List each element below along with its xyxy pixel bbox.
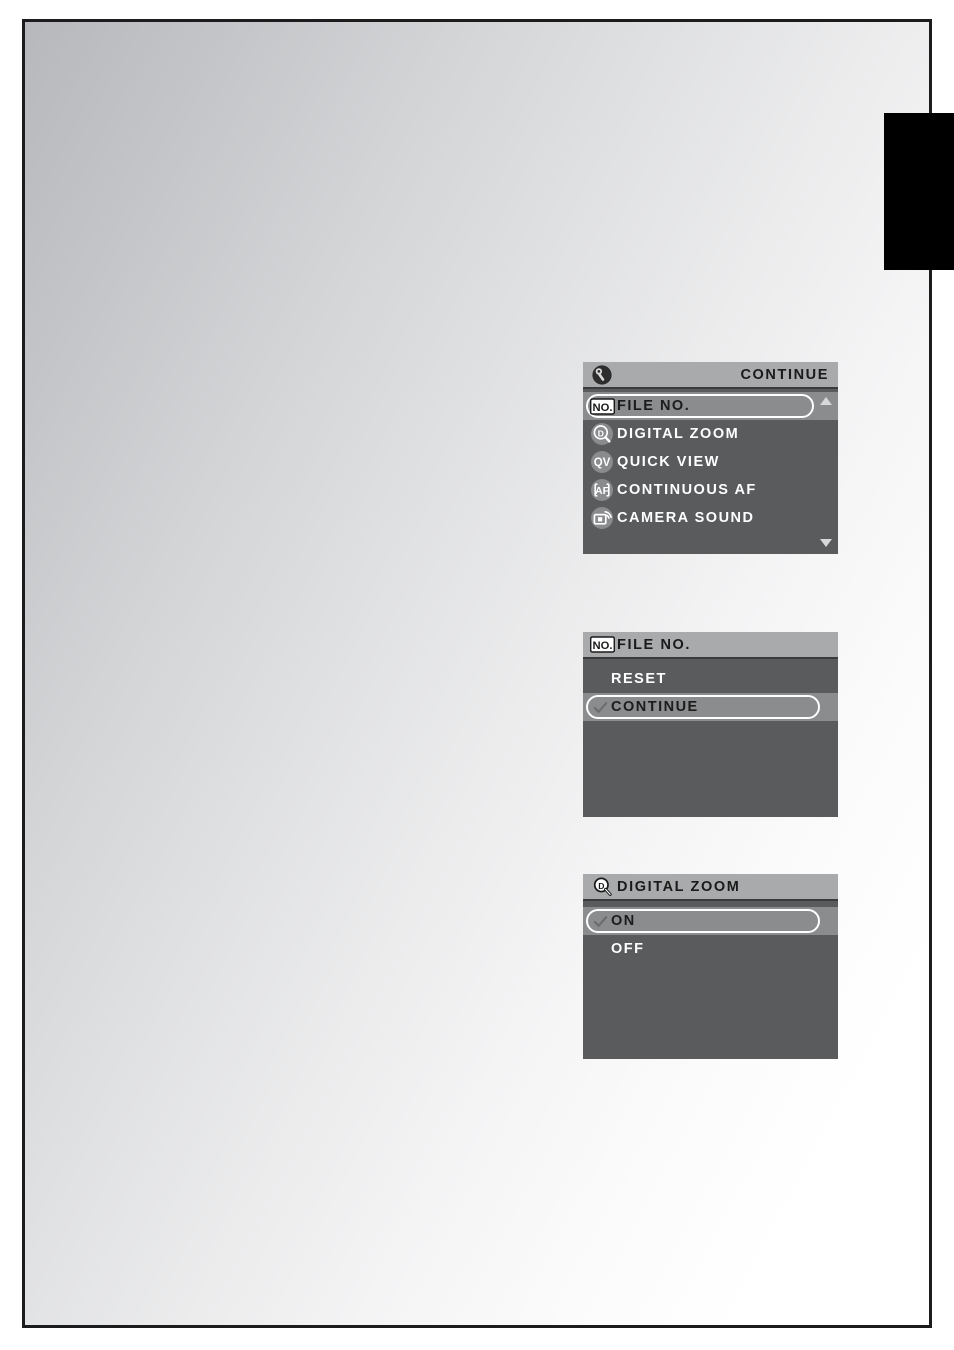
option-item-off[interactable]: OFF: [583, 935, 838, 963]
option-item-label: ON: [611, 913, 636, 929]
menu-item-label: QUICK VIEW: [617, 454, 720, 470]
digital-zoom-icon: D: [587, 875, 617, 899]
checkmark-icon: [583, 914, 611, 929]
svg-text:AF: AF: [595, 485, 610, 497]
option-list: RESET CONTINUE: [583, 665, 838, 721]
option-item-label: OFF: [611, 941, 645, 957]
panel-header-title: CONTINUE: [740, 366, 829, 383]
panel-header-title: FILE NO.: [617, 636, 692, 653]
digital-zoom-icon: D: [587, 422, 617, 446]
file-no-icon: NO.: [587, 633, 617, 657]
svg-text:D: D: [598, 428, 604, 438]
panel-header: D DIGITAL ZOOM: [583, 874, 838, 901]
scroll-down-arrow-icon[interactable]: [820, 539, 832, 547]
option-list: ON OFF: [583, 907, 838, 963]
checkmark-icon: [583, 700, 611, 715]
svg-text:QV: QV: [594, 457, 611, 469]
menu-list: NO. FILE NO. D DIGITAL ZOOM QV QUICK VIE…: [583, 392, 838, 532]
panel-header: CONTINUE: [583, 362, 838, 389]
option-item-label: RESET: [611, 671, 667, 687]
menu-item-label: CONTINUOUS AF: [617, 482, 757, 498]
option-item-on[interactable]: ON: [583, 907, 838, 935]
option-item-continue[interactable]: CONTINUE: [583, 693, 838, 721]
menu-item-camera-sound[interactable]: CAMERA SOUND: [583, 504, 838, 532]
svg-text:D: D: [598, 881, 604, 891]
menu-item-file-no[interactable]: NO. FILE NO.: [583, 392, 838, 420]
file-no-icon: NO.: [587, 394, 617, 418]
menu-item-continuous-af[interactable]: AF CONTINUOUS AF: [583, 476, 838, 504]
chapter-edge-tab: [884, 113, 954, 270]
menu-item-digital-zoom[interactable]: D DIGITAL ZOOM: [583, 420, 838, 448]
camera-lcd-digital-zoom-submenu: D DIGITAL ZOOM ON OFF: [583, 874, 838, 1059]
camera-lcd-setup-menu: CONTINUE NO. FILE NO. D DIGITAL ZOOM QV …: [583, 362, 838, 554]
panel-header-title: DIGITAL ZOOM: [617, 878, 741, 895]
camera-lcd-file-no-submenu: NO. FILE NO. RESET CONTINUE: [583, 632, 838, 817]
quick-view-icon: QV: [587, 450, 617, 474]
menu-item-label: DIGITAL ZOOM: [617, 426, 740, 442]
option-item-label: CONTINUE: [611, 699, 699, 715]
continuous-af-icon: AF: [587, 478, 617, 502]
option-item-reset[interactable]: RESET: [583, 665, 838, 693]
menu-item-label: CAMERA SOUND: [617, 510, 755, 526]
menu-item-label: FILE NO.: [617, 398, 691, 414]
svg-text:NO.: NO.: [592, 640, 612, 652]
scroll-up-arrow-icon[interactable]: [820, 397, 832, 405]
camera-sound-icon: [587, 506, 617, 530]
svg-text:NO.: NO.: [592, 402, 612, 414]
panel-header: NO. FILE NO.: [583, 632, 838, 659]
wrench-icon: [587, 363, 617, 387]
menu-item-quick-view[interactable]: QV QUICK VIEW: [583, 448, 838, 476]
